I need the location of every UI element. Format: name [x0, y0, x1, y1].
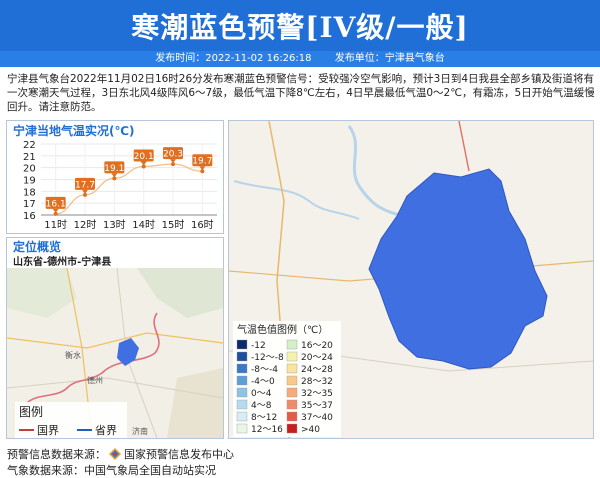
temperature-data-label: 16.1	[46, 199, 66, 209]
legend-swatch	[286, 339, 298, 350]
header-banner: 寒潮蓝色预警[IV级/一般] 发布时间：2022-11-02 16:26:18 …	[0, 0, 600, 67]
place-label: 德州	[87, 375, 103, 385]
temperature-panel: 宁津当地气温实况(℃) 16 17 18 19 20 21 22 16.1 11时 17.7 12时…	[6, 120, 224, 234]
legend-label: 24～28	[301, 365, 333, 375]
y-tick-label: 18	[23, 187, 36, 198]
legend-label: 35～37	[301, 401, 333, 411]
legend-title: 气温色值图例（℃）	[237, 323, 328, 336]
legend-label: -12	[251, 341, 266, 351]
minimap-legend-title: 图例	[19, 405, 43, 419]
legend-swatch	[236, 399, 248, 410]
legend-swatch	[286, 399, 298, 410]
legend-swatch	[236, 339, 248, 350]
legend-label: -4～0	[251, 377, 275, 387]
warning-center-logo-icon	[109, 448, 121, 460]
legend-label: 37～40	[301, 413, 333, 423]
legend-label: 8～12	[251, 413, 277, 423]
warning-description: 宁津县气象台2022年11月02日16时26分发布寒潮蓝色预警信号：受较强冷空气…	[7, 73, 595, 113]
county-map[interactable]: 气温色值图例（℃） -12 -12～-8 -8～-4 -4～0 0～4 4～8 8～12 12…	[229, 121, 593, 438]
y-tick-label: 16	[23, 211, 36, 222]
legend-label: 32～35	[301, 389, 333, 399]
place-label: 济南	[132, 426, 148, 436]
legend-swatch	[236, 351, 248, 362]
x-tick-label: 14时	[132, 219, 155, 231]
y-tick-label: 21	[23, 152, 36, 163]
source-label: 预警信息数据来源：	[7, 448, 106, 461]
publish-time: 发布时间：2022-11-02 16:26:18	[155, 53, 312, 64]
page-title: 寒潮蓝色预警[IV级/一般]	[131, 11, 469, 44]
legend-label: >40	[301, 425, 320, 435]
temperature-data-label: 19.1	[104, 164, 124, 174]
legend-swatch	[236, 411, 248, 422]
temperature-data-label: 19.7	[192, 157, 212, 167]
x-tick-label: 11时	[44, 219, 67, 231]
legend-label: 4～8	[251, 401, 272, 411]
legend-label: -12～-8	[251, 353, 284, 363]
location-map[interactable]: 衡水 德州 济南 定位概览 山东省-德州市-宁津县 图例 国界 省界	[7, 238, 223, 438]
legend-swatch	[286, 351, 298, 362]
temperature-chart: 宁津当地气温实况(℃) 16171819202122 16.1 11时 17.7 12时…	[13, 123, 217, 231]
location-region: 山东省-德州市-宁津县	[13, 255, 111, 268]
legend-label: 20～24	[301, 353, 333, 363]
temperature-label-pointer	[170, 159, 176, 164]
location-panel-title: 定位概览	[13, 239, 61, 254]
source-name[interactable]: 国家预警信息发布中心	[124, 448, 234, 461]
legend-label: 28～32	[301, 377, 333, 387]
x-tick-label: 16时	[191, 219, 214, 231]
weather-footer: 气象数据来源：中国气象局全国自动站实况	[7, 462, 216, 478]
publisher: 发布单位：宁津县气象台	[334, 53, 445, 64]
temperature-label-pointer	[82, 189, 88, 194]
legend-swatch	[236, 423, 248, 434]
y-tick-label: 19	[23, 176, 36, 187]
county-map-panel[interactable]: 气温色值图例（℃） -12 -12～-8 -8～-4 -4～0 0～4 4～8 8～12 12…	[228, 120, 594, 439]
x-tick-label: 12时	[74, 219, 97, 231]
location-panel: 衡水 德州 济南 定位概览 山东省-德州市-宁津县 图例 国界 省界	[6, 237, 224, 439]
source-footer: 预警信息数据来源： 国家预警信息发布中心	[7, 446, 234, 462]
legend-swatch	[286, 363, 298, 374]
y-tick-label: 22	[23, 140, 36, 151]
temperature-data-label: 20.3	[163, 150, 183, 160]
legend-item-province: 省界	[95, 424, 117, 437]
temperature-panel-title: 宁津当地气温实况(℃)	[13, 123, 135, 138]
y-tick-label: 17	[23, 199, 36, 210]
legend-label: 0～4	[251, 389, 272, 399]
legend-label: 12～16	[251, 425, 283, 435]
temperature-legend: 气温色值图例（℃） -12 -12～-8 -8～-4 -4～0 0～4 4～8 8～12 12…	[233, 321, 341, 437]
legend-swatch	[236, 375, 248, 386]
temperature-data-label: 20.1	[134, 152, 154, 162]
legend-swatch	[236, 363, 248, 374]
x-tick-label: 15时	[162, 219, 185, 231]
temperature-label-pointer	[111, 173, 118, 178]
temperature-label-pointer	[52, 208, 59, 213]
temperature-data-label: 17.7	[75, 180, 95, 190]
temperature-label-pointer	[140, 161, 147, 166]
legend-swatch	[286, 423, 298, 434]
place-label: 衡水	[65, 350, 81, 360]
legend-item-national: 国界	[37, 424, 59, 437]
x-tick-label: 13时	[103, 219, 126, 231]
legend-swatch	[286, 411, 298, 422]
legend-label: -8～-4	[251, 365, 278, 375]
legend-label: 16～20	[301, 341, 333, 351]
temperature-label-pointer	[199, 166, 206, 171]
legend-swatch	[286, 387, 298, 398]
header-meta-bar: 发布时间：2022-11-02 16:26:18 发布单位：宁津县气象台	[0, 51, 600, 67]
legend-swatch	[236, 387, 248, 398]
legend-swatch	[286, 375, 298, 386]
y-tick-label: 20	[23, 164, 36, 175]
